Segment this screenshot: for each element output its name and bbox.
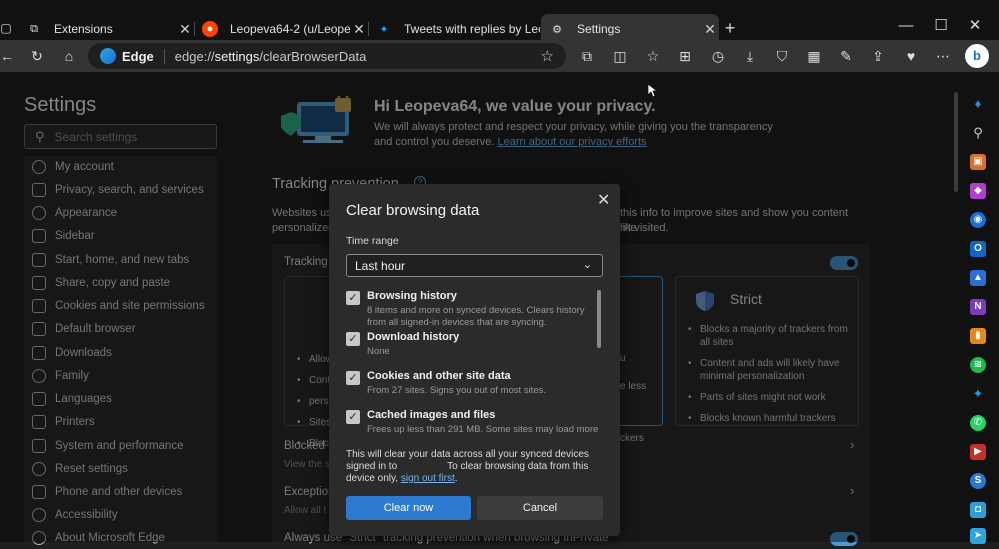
bing-copilot-icon[interactable]: b <box>965 44 989 68</box>
tab-title: Leopeva64-2 (u/Leopeva64-2) - R <box>230 22 350 36</box>
minimize-button[interactable]: — <box>898 18 914 34</box>
browser-essentials-icon[interactable]: ⛉ <box>773 47 791 65</box>
chart-icon[interactable]: ▮ <box>970 328 986 344</box>
reddit-icon: ● <box>202 21 218 37</box>
tab-extensions[interactable]: ⧉ Extensions ✕ <box>18 16 194 42</box>
checkbox-checked-icon[interactable]: ✓ <box>346 371 360 385</box>
video-icon[interactable]: ▶ <box>970 444 986 460</box>
tab-title: Settings <box>577 22 621 36</box>
extensions-icon[interactable]: ⧉ <box>578 47 596 65</box>
settings-page: Settings ⚲ Search settings My account Pr… <box>0 72 961 546</box>
dialog-scrollbar[interactable] <box>597 290 601 348</box>
copilot-icon[interactable]: ◉ <box>970 212 986 228</box>
workspaces-icon[interactable]: ▢ <box>0 20 14 36</box>
edge-chip: Edge <box>122 48 165 64</box>
games-icon[interactable]: ◆ <box>970 183 986 199</box>
app-icon[interactable]: ◘ <box>970 502 986 518</box>
favorites-icon[interactable]: ☆ <box>644 47 662 65</box>
cancel-button[interactable]: Cancel <box>477 496 603 520</box>
tools-icon[interactable]: ▣ <box>970 154 986 170</box>
checkbox-checked-icon[interactable]: ✓ <box>346 332 360 346</box>
collections-icon[interactable]: ⊞ <box>676 47 694 65</box>
checkbox-checked-icon[interactable]: ✓ <box>346 410 360 424</box>
close-icon[interactable]: ✕ <box>350 21 368 38</box>
chevron-down-icon: ⌄ <box>582 259 592 271</box>
search-icon[interactable]: ⚲ <box>970 125 986 141</box>
maximize-button[interactable]: ☐ <box>933 18 949 34</box>
more-icon[interactable]: ⋯ <box>934 47 952 65</box>
refresh-icon[interactable]: ↻ <box>28 47 46 65</box>
puzzle-icon: ⧉ <box>30 22 38 35</box>
sync-note: This will clear your data across all you… <box>346 449 589 484</box>
twitter-icon[interactable]: ✦ <box>970 386 986 402</box>
history-icon[interactable]: ◷ <box>709 47 727 65</box>
window-close-button[interactable]: ✕ <box>967 18 983 34</box>
onenote-icon[interactable]: N <box>970 299 986 315</box>
apps-icon[interactable]: ▦ <box>805 47 823 65</box>
new-tab-button[interactable]: + <box>722 19 738 37</box>
drop-icon[interactable]: ▲ <box>970 270 986 286</box>
url-text: edge://settings/clearBrowserData <box>174 48 367 64</box>
edge-logo-icon <box>100 48 116 64</box>
dialog-title: Clear browsing data <box>346 202 480 219</box>
edit-icon[interactable]: ✎ <box>837 47 855 65</box>
time-range-label: Time range <box>346 235 399 247</box>
tab-title: Tweets with replies by Leopeva64 <box>404 22 540 36</box>
tab-strip: ▢ ⧉ Extensions ✕ ● Leopeva64-2 (u/Leopev… <box>0 0 999 44</box>
home-icon[interactable]: ⌂ <box>60 47 78 65</box>
back-icon[interactable]: ← <box>0 47 16 65</box>
data-type-list: ✓ Browsing history 8 items and more on s… <box>346 288 606 438</box>
spotify-icon[interactable]: ≋ <box>970 357 986 373</box>
twitter-icon: ✦ <box>379 23 389 36</box>
skype-icon[interactable]: S <box>970 473 986 489</box>
sign-out-link[interactable]: sign out first <box>401 473 455 484</box>
time-range-value: Last hour <box>355 258 406 273</box>
address-bar[interactable]: Edge edge://settings/clearBrowserData ☆ <box>88 43 566 69</box>
favorite-star-icon[interactable]: ☆ <box>541 47 554 65</box>
clear-now-button[interactable]: Clear now <box>346 496 471 520</box>
tab-twitter[interactable]: ✦ Tweets with replies by Leopeva64 <box>368 16 540 42</box>
whatsapp-icon[interactable]: ✆ <box>970 415 986 431</box>
tab-reddit[interactable]: ● Leopeva64-2 (u/Leopeva64-2) - R ✕ <box>194 16 368 42</box>
notification-icon[interactable]: ♦ <box>970 96 986 112</box>
downloads-icon[interactable]: ⤓ <box>741 47 759 65</box>
tab-title: Extensions <box>54 22 113 36</box>
share-icon[interactable]: ⇪ <box>869 47 887 65</box>
close-icon[interactable]: ✕ <box>701 21 719 38</box>
time-range-select[interactable]: Last hour ⌄ <box>346 254 603 277</box>
clear-browsing-data-dialog: Clear browsing data ✕ Time range Last ho… <box>329 184 620 536</box>
gear-icon: ⚙ <box>552 23 562 36</box>
toolbar: ← ↻ ⌂ Edge edge://settings/clearBrowserD… <box>0 40 999 72</box>
right-sidebar: ♦ ⚲ ▣ ◆ ◉ O ▲ N ▮ ≋ ✦ ✆ ▶ S ◘ ➤ <box>961 72 999 544</box>
checkbox-checked-icon[interactable]: ✓ <box>346 291 360 305</box>
outlook-icon[interactable]: O <box>970 241 986 257</box>
profile-icon[interactable]: ♥ <box>902 47 920 65</box>
close-icon[interactable]: ✕ <box>176 21 194 38</box>
close-icon[interactable]: ✕ <box>597 190 610 210</box>
split-screen-icon[interactable]: ◫ <box>611 47 629 65</box>
